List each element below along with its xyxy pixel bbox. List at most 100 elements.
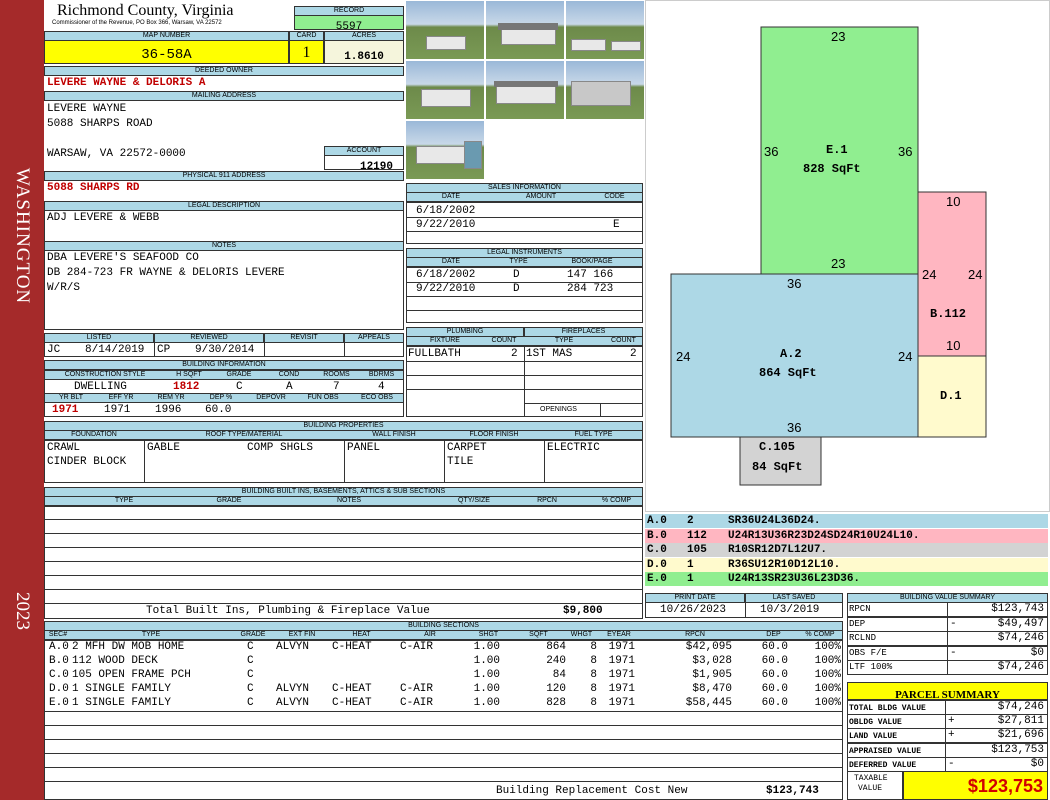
section-cell: C-HEAT (332, 697, 372, 709)
sketch-b-right: 24 (968, 267, 983, 282)
section-cell: 8 (590, 641, 597, 653)
section-cell: 1971 (608, 697, 635, 709)
li-row1-book: 147 166 (567, 269, 614, 281)
sketch-e-right: 36 (898, 144, 913, 159)
parcel-summary-label: LAND VALUE (849, 732, 898, 742)
bi-h-style: CONSTRUCTION STYLE (64, 371, 146, 378)
sections-col-0: SEC# (48, 631, 68, 638)
sketch-c-label: C.105 (759, 440, 796, 454)
value-summary-label: OBS F/E (849, 647, 887, 658)
section-cell: 100% (814, 641, 841, 653)
photo-2 (485, 0, 565, 60)
section-cell: 864 (546, 641, 566, 653)
bi-h-effyr: EFF YR (108, 394, 134, 401)
bi-rooms: 7 (333, 381, 340, 393)
bi-dep: 60.0 (205, 404, 232, 416)
sections-col-1: TYPE (141, 631, 161, 638)
sections-col-10: RPCN (685, 631, 705, 638)
section-cell: C (247, 641, 254, 653)
notes-line1: DBA LEVERE'S SEAFOOD CO (47, 252, 199, 264)
building-info-label: BUILDING INFORMATION (44, 360, 404, 370)
mailing-line3: WARSAW, VA 22572-0000 (47, 148, 186, 160)
builtins-col-comp: % COMP (601, 497, 632, 504)
photo-6 (565, 60, 645, 120)
section-cell: D.0 (49, 683, 69, 695)
section-cell: B.0 (49, 655, 69, 667)
section-cell: 1971 (608, 655, 635, 667)
props-col-wall: WALL FINISH (372, 431, 416, 438)
props-col-floor: FLOOR FINISH (469, 431, 519, 438)
sales-col-date: DATE (441, 193, 461, 200)
builtins-col-type: TYPE (114, 497, 134, 504)
sketch-e-top: 23 (831, 29, 846, 44)
bi-remyr: 1996 (155, 404, 182, 416)
section-cell: 1.00 (473, 697, 500, 709)
builtins-col-grade: GRADE (216, 497, 242, 504)
sketch-c-area: 84 SqFt (752, 460, 803, 474)
sales-row2-date: 9/22/2010 (416, 219, 476, 231)
sections-col-12: % COMP (805, 631, 835, 638)
sales-row1-date: 6/18/2002 (416, 205, 476, 217)
photo-1 (405, 0, 485, 60)
replacement-cost-value: $123,743 (766, 785, 819, 797)
sketch-e-area: 828 SqFt (803, 162, 861, 176)
li-row1-type: D (513, 269, 520, 281)
mailing-label: MAILING ADDRESS (44, 91, 404, 101)
props-wall: PANEL (347, 442, 381, 454)
photo-4 (405, 60, 485, 120)
section-cell: 1 SINGLE FAMILY (72, 683, 172, 695)
sketch-a-left: 24 (676, 349, 691, 364)
section-cell: ALVYN (276, 683, 310, 695)
map-number-value: 36-58A (44, 40, 289, 64)
parcel-summary-value: $74,246 (997, 701, 1044, 713)
legend-num: 1 (687, 558, 694, 571)
value-summary-label: DEP (849, 618, 866, 629)
section-cell: 120 (546, 683, 566, 695)
section-cell: C-AIR (400, 697, 434, 709)
parcel-summary-label: OBLDG VALUE (849, 718, 902, 728)
section-cell: 8 (590, 683, 597, 695)
li-row2-type: D (513, 283, 520, 295)
plumbing-fixture: FULLBATH (408, 348, 461, 360)
legend-code: A.0 (647, 515, 667, 527)
sketch-e-bottom: 23 (831, 256, 846, 271)
parcel-summary-label: DEFERRED VALUE (849, 760, 917, 770)
physical-address-value: 5088 SHARPS RD (47, 182, 140, 194)
deeded-owner-value: LEVERE WAYNE & DELORIS A (47, 77, 206, 89)
value-summary-sign: - (950, 617, 957, 630)
section-cell: C (247, 669, 254, 681)
parcel-summary-sign: + (948, 715, 955, 728)
parcel-summary-sign: - (948, 757, 955, 770)
bi-cond: A (286, 381, 293, 393)
section-cell: 100% (814, 669, 841, 681)
legend-num: 2 (687, 515, 694, 527)
section-cell: 8 (590, 655, 597, 667)
bi-h-hsqft: H SQFT (176, 371, 202, 378)
li-row2-book: 284 723 (567, 283, 614, 295)
section-cell: 8 (590, 669, 597, 681)
legend-path: U24R13SR23U36L23D36. (728, 573, 861, 585)
bi-h-dep: DEP % (209, 394, 233, 401)
bi-h-grade: GRADE (226, 371, 252, 378)
legend-num: 112 (687, 529, 707, 542)
section-cell: 60.0 (761, 669, 788, 681)
bi-h-yrblt: YR BLT (59, 394, 83, 401)
fireplace-type: 1ST MAS (526, 348, 573, 360)
sketch-a-area: 864 SqFt (759, 366, 817, 380)
legend-num: 105 (687, 544, 707, 556)
sketch-a-right: 24 (898, 349, 913, 364)
props-foundation-2: CINDER BLOCK (47, 456, 127, 468)
parcel-summary-value: $123,753 (991, 743, 1044, 756)
taxable-label-1: TAXABLE (854, 774, 888, 783)
sales-col-code: CODE (604, 193, 625, 200)
side-banner (0, 0, 44, 800)
sketch-b-bottom: 10 (946, 338, 961, 353)
value-summary-value: $49,497 (997, 617, 1044, 630)
plumbing-count: 2 (511, 348, 518, 360)
legend-code: E.0 (647, 573, 667, 585)
bi-h-rooms: ROOMS (323, 371, 350, 378)
section-cell: C-AIR (400, 641, 434, 653)
section-cell: 60.0 (761, 697, 788, 709)
props-roof-type: GABLE (147, 442, 181, 454)
reviewed-date: 9/30/2014 (195, 344, 255, 356)
